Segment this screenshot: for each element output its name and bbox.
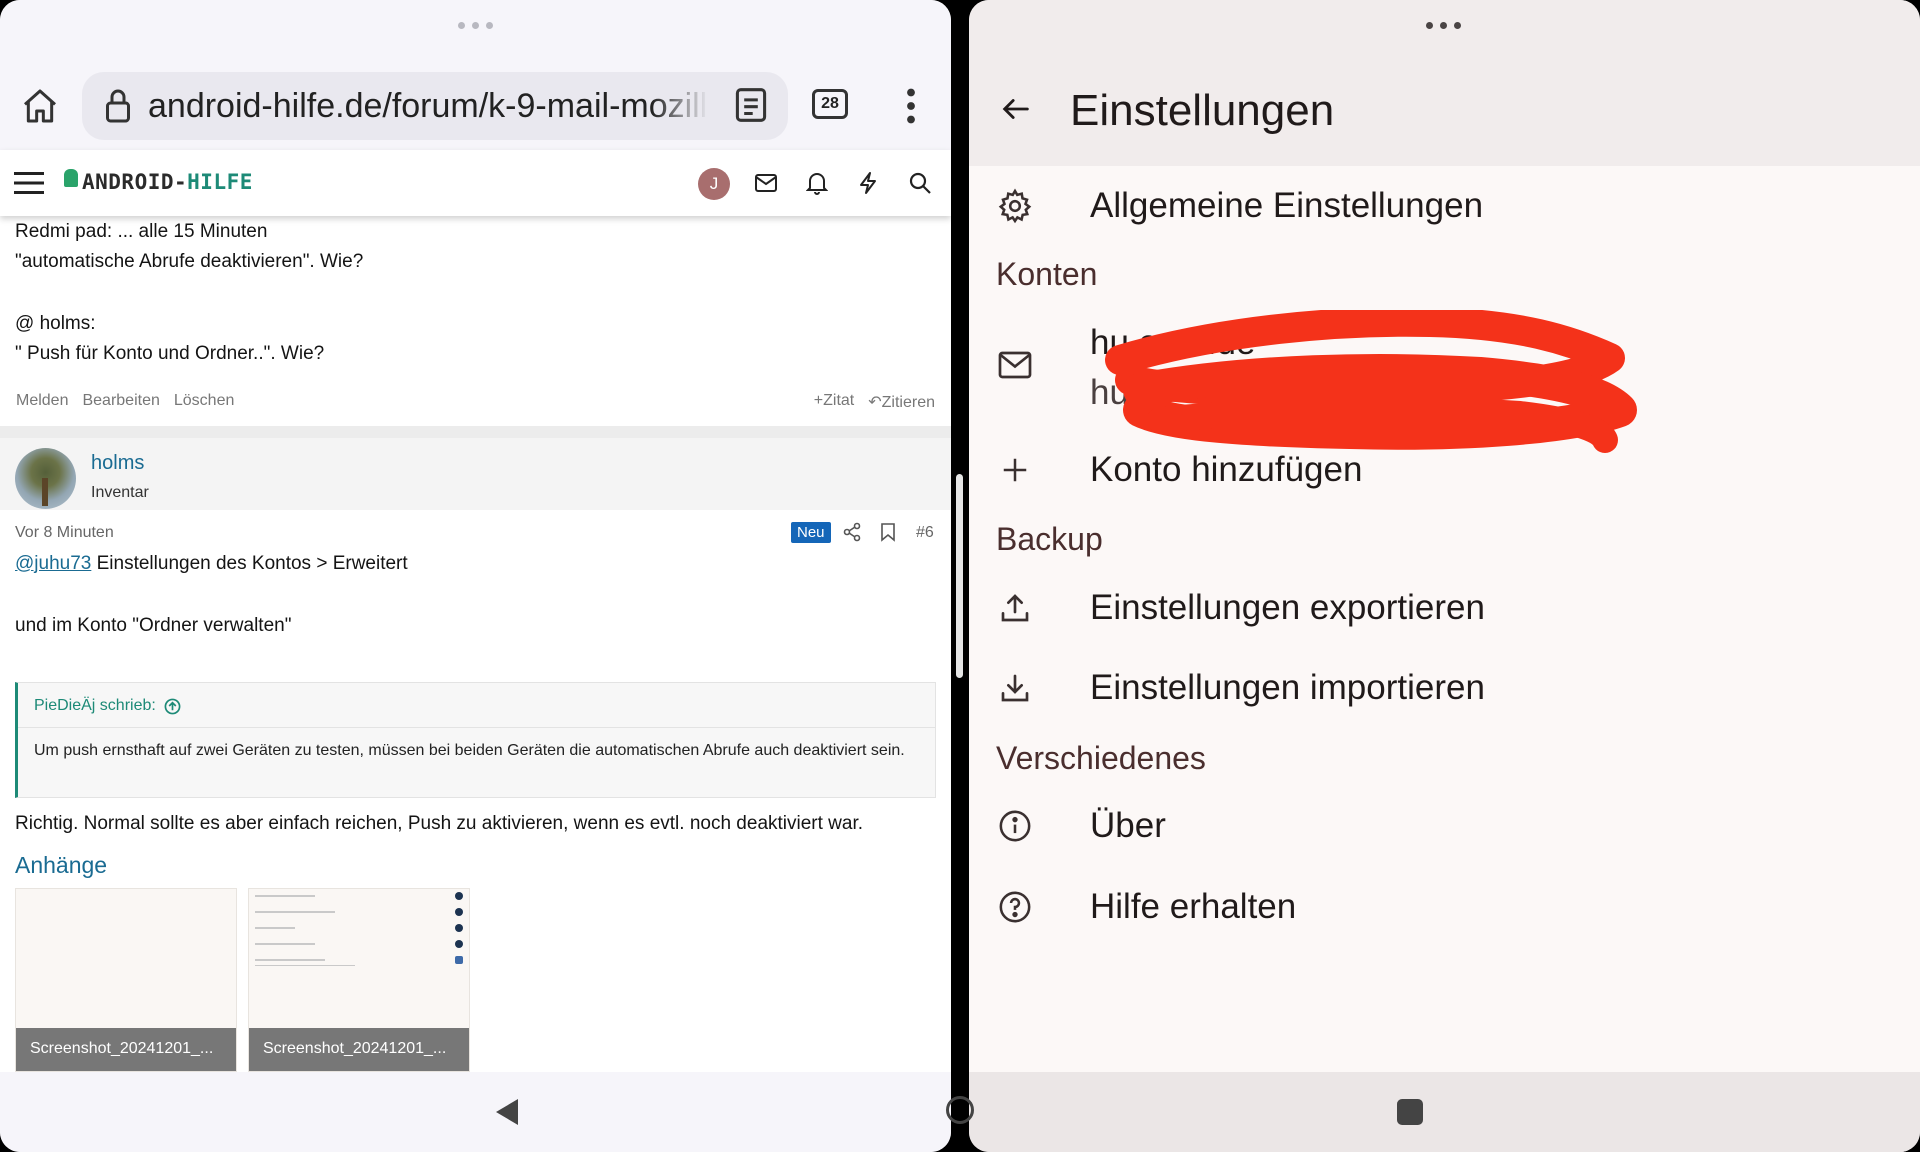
post-text-line: @juhu73 Einstellungen des Kontos > Erwei…	[15, 552, 408, 576]
zitieren-label: Zitieren	[881, 394, 935, 411]
site-header: ANDROID- HILFE	[0, 150, 951, 216]
author-role: Inventar	[91, 484, 149, 501]
import-settings-label: Einstellungen importieren	[1090, 668, 1485, 707]
lock-icon[interactable]	[98, 88, 138, 124]
general-settings-item[interactable]: Allgemeine Einstellungen	[969, 166, 1920, 246]
section-accounts: Konten	[996, 256, 1098, 292]
mail-icon	[995, 345, 1035, 385]
zitat-label: Zitat	[823, 392, 855, 409]
reply-icon: ↶	[868, 394, 882, 411]
post-text-line: "automatische Abrufe deaktivieren". Wie?	[15, 251, 364, 272]
report-link[interactable]: Melden	[16, 392, 68, 410]
mention-link[interactable]: @juhu73	[15, 553, 91, 574]
quote-block: PieDieÄj schrieb: Um push ernsthaft auf …	[15, 682, 936, 798]
new-badge: Neu	[791, 522, 831, 543]
hamburger-menu-icon[interactable]	[12, 166, 46, 200]
upload-icon	[995, 588, 1035, 628]
url-text[interactable]: android-hilfe.de/forum/k-9-mail-mozilla	[148, 87, 708, 126]
section-misc: Verschiedenes	[996, 740, 1206, 776]
back-arrow-icon[interactable]	[999, 92, 1033, 131]
about-label: Über	[1090, 806, 1166, 845]
quote-text: Um push ernsthaft auf zwei Geräten zu te…	[34, 742, 905, 759]
window-drag-handle[interactable]	[1426, 22, 1461, 29]
quote-header[interactable]: PieDieÄj schrieb:	[34, 697, 181, 715]
post-number[interactable]: #6	[916, 524, 934, 542]
inbox-icon[interactable]	[749, 166, 783, 200]
post-text-line: Redmi pad: ... alle 15 Minuten	[15, 221, 268, 242]
info-icon	[995, 806, 1035, 846]
post-text-line: und im Konto "Ordner verwalten"	[15, 615, 292, 636]
home-nav-icon[interactable]	[946, 1096, 974, 1124]
plus-icon: +	[813, 392, 824, 409]
post-text-line: Richtig. Normal sollte es aber einfach r…	[15, 813, 864, 834]
site-logo[interactable]: ANDROID- HILFE	[64, 169, 253, 194]
section-backup: Backup	[996, 521, 1103, 557]
attachment-thumbnail[interactable]: Screenshot_20241201_...	[15, 888, 237, 1072]
recents-nav-icon[interactable]	[1397, 1099, 1423, 1125]
quote-author[interactable]: PieDieÄj schrieb:	[34, 697, 156, 715]
back-nav-icon[interactable]	[494, 1097, 520, 1132]
post-quote-actions: +Zitat ↶Zitieren	[814, 392, 935, 412]
post-text-line: " Push für Konto und Ordner..". Wie?	[15, 343, 325, 364]
author-name[interactable]: holms	[91, 452, 144, 475]
search-icon[interactable]	[903, 166, 937, 200]
attachment-caption: Screenshot_20241201_...	[249, 1028, 469, 1071]
tab-switcher-button[interactable]: 28	[812, 89, 848, 119]
jump-up-icon[interactable]	[164, 698, 181, 715]
split-divider-handle[interactable]	[956, 474, 963, 678]
post-separator	[0, 426, 951, 438]
settings-pane: Einstellungen Allgemeine Einstellungen K…	[969, 0, 1920, 1152]
gear-icon	[995, 186, 1035, 226]
more-menu-icon[interactable]	[889, 84, 933, 128]
author-avatar[interactable]	[15, 448, 76, 509]
user-avatar[interactable]: J	[698, 168, 730, 200]
post-actions: Melden Bearbeiten Löschen	[16, 392, 234, 410]
browser-pane: android-hilfe.de/forum/k-9-mail-mozilla …	[0, 0, 951, 1152]
system-nav-bar	[969, 1072, 1920, 1152]
bookmark-icon[interactable]	[880, 522, 896, 547]
share-icon[interactable]	[843, 522, 861, 547]
attachment-thumbnail[interactable]: Screenshot_20241201_...	[248, 888, 470, 1072]
redaction-scribble	[1105, 310, 1637, 453]
logo-text-accent: HILFE	[187, 170, 253, 194]
zitat-button[interactable]: +Zitat	[814, 392, 854, 412]
export-settings-item[interactable]: Einstellungen exportieren	[969, 568, 1920, 648]
browser-toolbar: android-hilfe.de/forum/k-9-mail-mozilla …	[0, 0, 951, 150]
help-label: Hilfe erhalten	[1090, 887, 1297, 926]
general-settings-label: Allgemeine Einstellungen	[1090, 186, 1484, 225]
plus-icon	[995, 450, 1035, 490]
window-drag-handle[interactable]	[458, 22, 493, 29]
zitieren-button[interactable]: ↶Zitieren	[868, 392, 935, 412]
home-icon[interactable]	[18, 84, 62, 128]
post-author-block: holms Inventar	[0, 438, 951, 510]
download-icon	[995, 668, 1035, 708]
help-icon	[995, 887, 1035, 927]
address-bar[interactable]: android-hilfe.de/forum/k-9-mail-mozilla	[82, 72, 788, 140]
about-item[interactable]: Über	[969, 786, 1920, 866]
reader-mode-icon[interactable]	[734, 86, 768, 129]
lightning-icon[interactable]	[851, 166, 885, 200]
import-settings-item[interactable]: Einstellungen importieren	[969, 648, 1920, 728]
edit-link[interactable]: Bearbeiten	[82, 392, 159, 410]
post-time[interactable]: Vor 8 Minuten	[15, 524, 114, 542]
page-title: Einstellungen	[1070, 86, 1335, 135]
thread-content: Redmi pad: ... alle 15 Minuten "automati…	[0, 216, 951, 1072]
logo-text-main: ANDROID-	[82, 170, 188, 194]
post-text-rest: Einstellungen des Kontos > Erweitert	[91, 553, 408, 574]
attachments-heading: Anhänge	[15, 852, 108, 878]
android-logo-icon	[64, 169, 78, 187]
export-settings-label: Einstellungen exportieren	[1090, 588, 1485, 627]
app-bar: Einstellungen	[969, 0, 1920, 166]
bell-icon[interactable]	[800, 166, 834, 200]
attachment-caption: Screenshot_20241201_...	[16, 1028, 236, 1071]
post-text-line: @ holms:	[15, 313, 96, 334]
system-nav-bar	[0, 1072, 951, 1152]
delete-link[interactable]: Löschen	[174, 392, 235, 410]
help-item[interactable]: Hilfe erhalten	[969, 867, 1920, 947]
